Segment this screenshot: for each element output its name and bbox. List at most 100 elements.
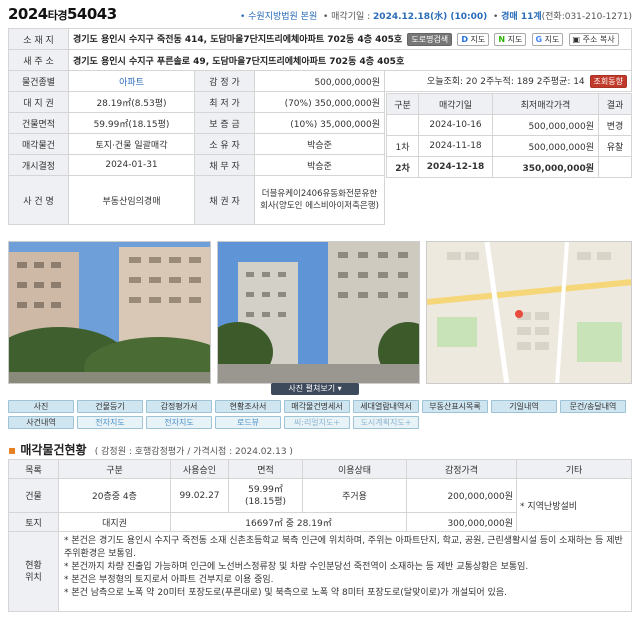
prop-row-building: 건물 20층중 4층 99.02.27 59.99㎡ (18.15평) 주거용 2…: [8, 478, 632, 532]
history-row: 1차 2024-11-18 500,000,000원 유찰: [386, 135, 632, 157]
court-link[interactable]: 수원지방법원 본원: [248, 12, 317, 22]
status-bullet: * 본건까지 차량 진출입 가능하며 인근에 노선버스정류장 및 차량 수인분당…: [64, 562, 529, 572]
value-min-price: (70%) 350,000,000원: [254, 91, 385, 113]
tab-real-map[interactable]: 씨:리얼지도+: [284, 416, 350, 429]
addr-cell: 경기도 용인시 수지구 죽전동 414, 도담마을7단지뜨리에체아파트 702동…: [68, 28, 632, 50]
address-copy-button[interactable]: ▣ 주소 복사: [568, 33, 619, 46]
status-bullet: * 본건은 부정형의 토지로서 아파트 건부지로 이용 중임.: [64, 575, 274, 585]
section-title: ▪ 매각물건현황 ( 감정원 : 호행감정평가 / 가격시점 : 2024.02…: [8, 441, 293, 458]
history-header-date: 매각기일: [418, 93, 493, 115]
photo-building-2[interactable]: [217, 241, 420, 384]
tab-appraisal[interactable]: 감정평가서: [146, 400, 212, 413]
value-land: 28.19㎡(8.53평): [68, 91, 195, 113]
new-addr-label: 새 주 소: [8, 49, 69, 71]
photo-expand-toggle[interactable]: 사진 펼쳐보기 ▾: [271, 383, 359, 395]
label-sale-object: 매각물건: [8, 133, 69, 155]
new-address-text: 경기도 용인시 수지구 푸른솔로 49, 도담마을7단지뜨리에체아파트 702동…: [68, 49, 632, 71]
value-kind: 아파트: [68, 70, 195, 92]
addr-label: 소 재 지: [8, 28, 69, 50]
case-header: 2024타경54043 • 수원지방법원 본원 • 매각기일 : 2024.12…: [0, 0, 640, 28]
value-start: 2024-01-31: [68, 154, 195, 176]
sale-history-table: 구분 매각기일 최저매각가격 결과 2024-10-16 500,000,000…: [386, 93, 632, 228]
value-debtor: 박승준: [254, 154, 385, 176]
value-sale-object: 토지·건물 일괄매각: [68, 133, 195, 155]
label-min-price: 최 저 가: [194, 91, 255, 113]
label-case-name: 사 건 명: [8, 175, 69, 225]
prop-etc: * 지역난방설비: [516, 478, 632, 532]
google-icon: G: [535, 35, 543, 44]
tab-property-list[interactable]: 부동산표시목록: [422, 400, 488, 413]
property-table: 목록 구분 사용승인 면적 이용상태 감정가격 기타 건물 20층중 4층 99…: [8, 459, 632, 612]
map-button-google[interactable]: G 지도: [531, 33, 564, 46]
tab-household[interactable]: 세대열람내역서: [353, 400, 419, 413]
label-appraisal: 감 정 가: [194, 70, 255, 92]
history-header-round: 구분: [386, 93, 419, 115]
value-case-name: 부동산임의경매: [68, 175, 195, 225]
value-building: 59.99㎡(18.15평): [68, 112, 195, 134]
naver-icon: N: [498, 35, 506, 44]
prop-header: 면적: [228, 459, 303, 479]
prop-header: 목록: [8, 459, 59, 479]
prop-header: 감정가격: [406, 459, 517, 479]
photo-building-1[interactable]: [8, 241, 211, 384]
prop-header: 기타: [516, 459, 632, 479]
prop-row-status: 현황 위치 * 본건은 경기도 용인시 수지구 죽전동 소재 신촌초등학교 북측 …: [8, 531, 632, 612]
map-button-naver[interactable]: N 지도: [494, 33, 527, 46]
photo-map[interactable]: [426, 241, 632, 384]
case-number: 2024타경54043: [8, 5, 117, 23]
date-value: 2024.12.18(水) (10:00): [373, 12, 488, 22]
tab-documents[interactable]: 문건/송달내역: [560, 400, 626, 413]
appraisal-note: ( 감정원 : 호행감정평가 / 가격시점 : 2024.02.13 ): [94, 447, 293, 457]
section-title-text: 매각물건현황: [20, 443, 87, 457]
tab-photo[interactable]: 사진: [8, 400, 74, 413]
header-meta: • 수원지방법원 본원 • 매각기일 : 2024.12.18(水) (10:0…: [239, 12, 632, 22]
value-deposit: (10%) 35,000,000원: [254, 112, 385, 134]
tab-case-history[interactable]: 사건내역: [8, 416, 74, 429]
tab-sale-statement[interactable]: 매각물건명세서: [284, 400, 350, 413]
views-cell: 오늘조회: 20 2주누적: 189 2주평균: 14 조회동향: [384, 70, 632, 92]
prop-header: 이용상태: [302, 459, 407, 479]
history-row-current: 2차 2024-12-18 350,000,000원: [386, 156, 632, 178]
address-text: 경기도 용인시 수지구 죽전동 414, 도담마을7단지뜨리에체아파트 702동…: [73, 35, 403, 45]
dept-phone: (전화:031-210-1271): [541, 12, 632, 22]
label-debtor: 채 무 자: [194, 154, 255, 176]
label-creditor: 채 권 자: [194, 175, 255, 225]
case-type: 타경: [47, 9, 68, 22]
status-bullet: * 본건 남측으로 노폭 약 20미터 포장도로(푸른대로) 및 북측으로 노폭…: [64, 588, 507, 598]
value-appraisal: 500,000,000원: [254, 70, 385, 92]
tab-roadview[interactable]: 로드뷰: [215, 416, 281, 429]
photo-strip: [8, 241, 632, 384]
tab-building-registry[interactable]: 건물등기: [77, 400, 143, 413]
label-land: 대 지 권: [8, 91, 69, 113]
prop-header: 사용승인: [170, 459, 229, 479]
view-stats: 오늘조회: 20 2주누적: 189 2주평균: 14: [426, 77, 585, 87]
label-start: 개시결정: [8, 154, 69, 176]
history-row: 2024-10-16 500,000,000원 변경: [386, 114, 632, 136]
copy-icon: ▣: [572, 35, 581, 44]
tab-urban-plan[interactable]: 도시계획지도+: [353, 416, 419, 429]
dept-link[interactable]: 경매 11계: [501, 12, 542, 22]
road-search-button[interactable]: 도로명검색: [407, 33, 453, 46]
tab-e-map-2[interactable]: 전자지도: [146, 416, 212, 429]
status-bullets: * 본건은 경기도 용인시 수지구 죽전동 소재 신촌초등학교 북측 인근에 위…: [58, 531, 632, 612]
label-kind: 물건종별: [8, 70, 69, 92]
map-button-daum[interactable]: D 지도: [457, 33, 490, 46]
case-year: 2024: [8, 5, 48, 23]
case-num: 54043: [67, 5, 117, 23]
prop-header: 구분: [58, 459, 171, 479]
status-label: 현황 위치: [8, 531, 59, 612]
view-trend-button[interactable]: 조회동향: [589, 75, 627, 88]
bullet-icon: ▪: [8, 443, 17, 457]
label-building: 건물면적: [8, 112, 69, 134]
status-bullet: * 본건은 경기도 용인시 수지구 죽전동 소재 신촌초등학교 북측 인근에 위…: [64, 536, 623, 559]
daum-icon: D: [461, 35, 468, 44]
value-creditor: 더블유케이2406유동화전문유한회사(양도인 에스비아이저축은행): [254, 175, 385, 225]
label-owner: 소 유 자: [194, 133, 255, 155]
label-deposit: 보 증 금: [194, 112, 255, 134]
tab-survey[interactable]: 현황조사서: [215, 400, 281, 413]
tab-date-history[interactable]: 기일내역: [491, 400, 557, 413]
history-header-result: 결과: [598, 93, 632, 115]
tab-e-map-1[interactable]: 전자지도: [77, 416, 143, 429]
date-label: 매각기일 :: [331, 12, 371, 22]
history-header-price: 최저매각가격: [492, 93, 599, 115]
